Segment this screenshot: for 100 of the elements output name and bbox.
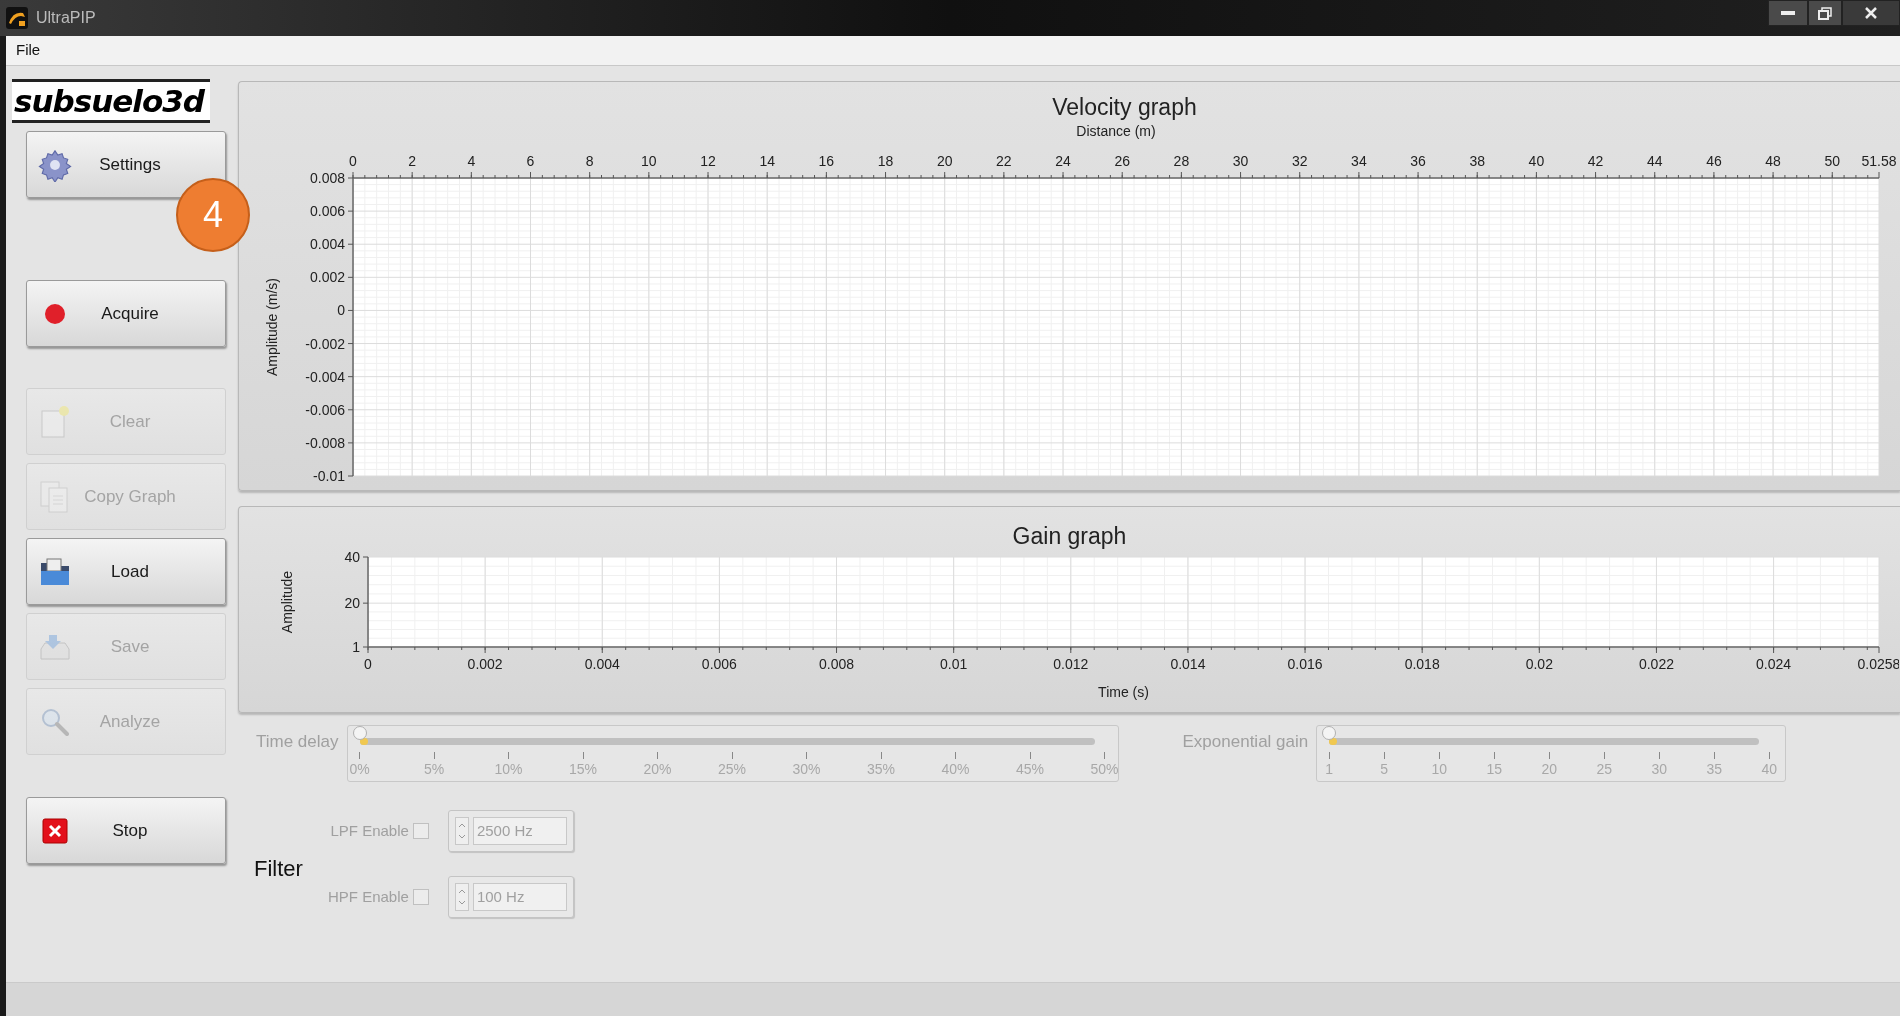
tick-label: 0.0258 [1857, 656, 1899, 672]
tick-label: 20 [936, 153, 953, 169]
restore-icon [1818, 6, 1832, 20]
restore-button[interactable] [1808, 0, 1842, 26]
close-button[interactable] [1842, 0, 1900, 26]
tick-label: 0.006 [309, 203, 345, 220]
tick-label: 0.002 [309, 269, 345, 286]
copy-icon [39, 479, 71, 514]
tick-label: -0.006 [305, 401, 345, 418]
scale-label: 0% [349, 760, 370, 779]
sidebar-button[interactable]: Settings [26, 131, 226, 198]
axis-title: Amplitude (m/s) [264, 278, 280, 376]
tick-label: 0 [349, 153, 357, 169]
scale-label: 25% [718, 760, 747, 779]
tick-label: 1 [352, 639, 360, 655]
tick-label: 14 [759, 153, 775, 169]
scale-label: 10% [494, 760, 523, 779]
tick-label: -0.01 [313, 468, 345, 484]
tick-label: 4 [467, 153, 476, 169]
axis-title: Distance (m) [1076, 123, 1156, 139]
tick-label: 0.01 [940, 656, 968, 672]
tick-label: 18 [877, 153, 894, 169]
tick-label: 0.018 [1404, 656, 1440, 672]
tick-label: -0.004 [305, 368, 345, 385]
sidebar-button[interactable]: Load [26, 538, 226, 605]
spinner-icon[interactable] [454, 883, 469, 911]
tick-label: 50 [1824, 153, 1841, 169]
tick-label: 0.022 [1638, 656, 1674, 672]
spinner-icon[interactable] [454, 817, 469, 845]
scale-label: 20 [1541, 760, 1558, 779]
scale-label: 35 [1706, 760, 1723, 779]
app-icon [6, 7, 28, 29]
tick-label: 28 [1173, 153, 1190, 169]
tick-label: 0.024 [1756, 656, 1792, 672]
chart-title: Gain graph [1012, 522, 1127, 547]
logo: subsuelo3d [12, 79, 210, 123]
axis-title: Time (s) [1098, 684, 1149, 700]
checkbox-label: HPF Enable [327, 886, 409, 907]
scale-label: 30 [1651, 760, 1668, 779]
tick-label: 6 [526, 153, 535, 169]
tick-label: 36 [1410, 153, 1426, 169]
scale-label: 30% [792, 760, 821, 779]
folder-icon [39, 556, 71, 587]
slider-label: Exponential gain [1182, 731, 1309, 753]
tick-label: 20 [344, 595, 360, 612]
minimize-icon [1781, 11, 1795, 15]
tick-label: 0.012 [1053, 656, 1089, 672]
tick-label: 10 [641, 153, 657, 169]
sidebar-button[interactable]: Acquire [26, 280, 226, 347]
tick-label: 22 [996, 153, 1012, 169]
scale-label: 10 [1431, 760, 1448, 779]
tick-label: 32 [1291, 153, 1308, 169]
tick-label: 0.014 [1170, 656, 1206, 672]
scale-label: 5% [423, 760, 445, 779]
tick-label: 0.002 [467, 656, 503, 672]
tick-label: 0 [364, 656, 372, 672]
search-icon [40, 706, 70, 737]
scale-label: 15% [569, 760, 598, 779]
slider-label: Time delay [256, 731, 339, 753]
close-icon [1865, 7, 1877, 19]
scale-label: 50% [1090, 760, 1119, 779]
scale-label: 40% [941, 760, 970, 779]
tick-label: 0.006 [701, 656, 737, 672]
tick-label: 40 [1528, 153, 1545, 169]
chart-title: Velocity graph [1052, 93, 1197, 122]
scale-label: 5 [1380, 760, 1389, 779]
tick-label: 30 [1232, 153, 1249, 169]
tick-label: 40 [344, 549, 360, 565]
axis-title: Amplitude [279, 570, 295, 634]
tick-label: 2 [408, 153, 417, 169]
tick-label: 44 [1646, 153, 1663, 169]
tick-label: -0.008 [305, 434, 345, 451]
menu-item[interactable]: File [16, 39, 41, 62]
scale-label: 15 [1486, 760, 1503, 779]
tick-label: 0.008 [819, 656, 855, 672]
tick-label: 0 [337, 302, 345, 319]
record-icon [43, 301, 67, 326]
scale-label: 45% [1016, 760, 1045, 779]
minimize-button[interactable] [1768, 0, 1808, 26]
tick-label: 0.004 [584, 656, 620, 672]
tick-label: 26 [1114, 153, 1130, 169]
tick-label: 34 [1351, 153, 1367, 169]
tick-label: 38 [1469, 153, 1485, 169]
tick-label: 48 [1765, 153, 1781, 169]
tick-label: 24 [1055, 153, 1071, 169]
tick-label: -0.002 [305, 335, 345, 352]
tick-label: 0.008 [309, 170, 345, 186]
scale-label: 20% [643, 760, 672, 779]
checkbox-label: LPF Enable [329, 820, 409, 841]
tick-label: 0.016 [1287, 656, 1323, 672]
stop-button[interactable]: Stop [26, 797, 226, 864]
tick-label: 51.58 [1861, 153, 1897, 169]
scale-label: 25 [1596, 760, 1613, 779]
tick-label: 16 [818, 153, 835, 169]
tick-label: 12 [700, 153, 716, 169]
tick-label: 8 [585, 153, 594, 169]
scale-label: 40 [1761, 760, 1778, 779]
stop-icon [42, 817, 68, 844]
tick-label: 42 [1587, 153, 1604, 169]
scale-label: 1 [1325, 760, 1334, 779]
